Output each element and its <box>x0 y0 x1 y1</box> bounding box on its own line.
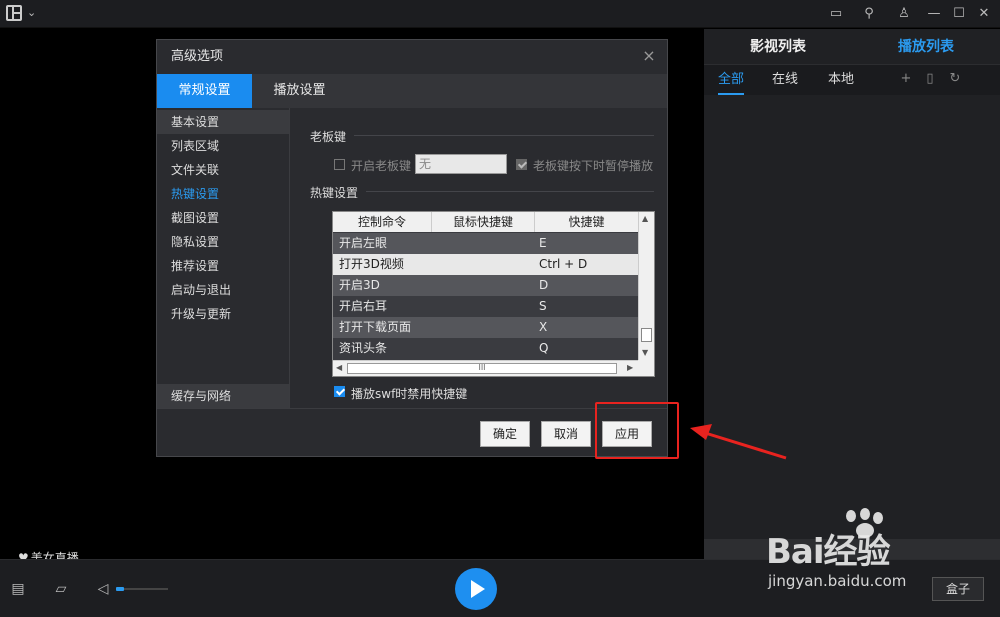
dialog-tabs: 常规设置 播放设置 <box>157 74 667 108</box>
divider <box>354 135 654 136</box>
chevron-down-icon[interactable]: ⌄ <box>27 6 36 19</box>
app-logo-icon[interactable] <box>6 5 22 21</box>
ok-button[interactable]: 确定 <box>480 421 530 447</box>
boss-key-section-label: 老板键 <box>310 130 347 144</box>
tab-movie-list[interactable]: 影视列表 <box>704 29 852 65</box>
pause-on-boss-key-checkbox[interactable] <box>516 159 527 170</box>
playlist-panel: 影视列表 播放列表 全部 在线 本地 + ▯ ↻ <box>704 29 1000 559</box>
table-row[interactable]: 开启右耳 S <box>333 296 638 317</box>
table-cell-key: Q <box>539 341 549 355</box>
disable-hotkeys-swf-checkbox[interactable] <box>334 386 345 397</box>
table-row[interactable]: 打开3D视频 Ctrl + D <box>333 254 638 275</box>
sidebar-item-file-assoc[interactable]: 文件关联 <box>157 158 289 182</box>
horizontal-scrollbar[interactable]: ◀ III ▶ <box>333 360 638 376</box>
maximize-icon[interactable]: ☐ <box>949 4 969 24</box>
watermark-brand: Bai经验 <box>766 532 891 572</box>
table-cell-command: 开启右耳 <box>339 299 388 313</box>
settings-sidebar: 基本设置 列表区域 文件关联 热键设置 截图设置 隐私设置 推荐设置 启动与退出… <box>157 108 290 408</box>
column-header-mouse[interactable]: 鼠标快捷键 <box>432 212 535 232</box>
dialog-title: 高级选项 <box>157 40 667 74</box>
volume-icon[interactable]: ◁ <box>94 580 112 598</box>
open-folder-icon[interactable]: ▱ <box>52 580 70 598</box>
table-cell-key: S <box>539 299 547 313</box>
scroll-left-icon[interactable]: ◀ <box>336 363 342 372</box>
boss-key-input[interactable]: 无 <box>415 154 507 174</box>
scroll-up-icon[interactable]: ▲ <box>642 214 648 223</box>
table-row[interactable]: 打开下载页面 X <box>333 317 638 338</box>
sidebar-item-list-area[interactable]: 列表区域 <box>157 134 289 158</box>
delete-file-icon[interactable]: ▯ <box>922 71 938 87</box>
sidebar-item-upgrade[interactable]: 升级与更新 <box>157 302 289 326</box>
sidebar-item-startup-exit[interactable]: 启动与退出 <box>157 278 289 302</box>
pause-on-boss-key-label: 老板键按下时暂停播放 <box>533 159 654 173</box>
table-cell-key: D <box>539 278 549 292</box>
table-cell-key: Ctrl + D <box>539 257 588 271</box>
sidebar-item-hotkeys[interactable]: 热键设置 <box>157 182 289 206</box>
disable-hotkeys-swf-label: 播放swf时禁用快捷键 <box>351 387 468 401</box>
highlight-box <box>595 402 679 459</box>
message-icon[interactable]: ▭ <box>826 4 846 24</box>
scrollbar-corner <box>638 360 654 376</box>
table-row[interactable]: 资讯头条 Q <box>333 338 638 359</box>
sidebar-item-cache-network[interactable]: 缓存与网络 <box>157 384 289 408</box>
settings-content: 老板键 开启老板键 无 老板键按下时暂停播放 热键设置 控制命令 鼠标快捷键 快… <box>290 108 667 408</box>
enable-boss-key-checkbox[interactable] <box>334 159 345 170</box>
annotation-arrow-icon <box>690 424 787 460</box>
table-cell-command: 打开3D视频 <box>339 257 404 271</box>
table-cell-key: X <box>539 320 548 334</box>
table-cell-command: 打开下载页面 <box>339 320 412 334</box>
table-cell-key: E <box>539 236 547 250</box>
hotkey-table-header: 控制命令 鼠标快捷键 快捷键 <box>333 212 638 232</box>
watermark-url: jingyan.baidu.com <box>768 572 907 590</box>
scroll-down-icon[interactable]: ▼ <box>642 348 648 357</box>
add-icon[interactable]: + <box>898 71 914 87</box>
subtab-all[interactable]: 全部 <box>718 65 745 95</box>
baidu-jingyan-watermark: Bai经验 jingyan.baidu.com <box>762 508 992 604</box>
volume-slider-fill <box>116 587 124 591</box>
play-button[interactable] <box>455 568 497 610</box>
enable-boss-key-label: 开启老板键 <box>351 159 412 173</box>
table-row[interactable]: 开启3D D <box>333 275 638 296</box>
pin-icon[interactable]: ⚲ <box>859 4 879 24</box>
sidebar-item-recommend[interactable]: 推荐设置 <box>157 254 289 278</box>
dialog-footer: 确定 取消 应用 <box>157 408 667 456</box>
subtab-online[interactable]: 在线 <box>772 65 798 95</box>
toolbox-icon[interactable]: ▤ <box>9 580 27 598</box>
hotkey-table: 控制命令 鼠标快捷键 快捷键 开启左眼 E 打开3D视频 Ctrl + D 开启… <box>332 211 655 377</box>
minimize-icon[interactable]: — <box>924 4 944 24</box>
playlist-subtabs: 全部 在线 本地 + ▯ ↻ <box>704 65 1000 95</box>
sidebar-item-privacy[interactable]: 隐私设置 <box>157 230 289 254</box>
skin-icon[interactable]: ♙ <box>894 4 914 24</box>
vertical-scrollbar[interactable]: ▲ ▼ <box>638 212 654 360</box>
scroll-right-icon[interactable]: ▶ <box>627 363 633 372</box>
sidebar-item-basic[interactable]: 基本设置 <box>157 110 289 134</box>
close-icon[interactable]: ✕ <box>974 4 994 24</box>
scrollbar-thumb[interactable]: III <box>347 363 617 374</box>
scrollbar-thumb[interactable] <box>641 328 652 342</box>
loop-icon[interactable]: ↻ <box>947 71 963 87</box>
cancel-button[interactable]: 取消 <box>541 421 591 447</box>
tab-playlist[interactable]: 播放列表 <box>852 29 1000 65</box>
table-cell-command: 开启3D <box>339 278 380 292</box>
divider <box>366 191 654 192</box>
table-cell-command: 开启左眼 <box>339 236 388 250</box>
table-row[interactable]: 开启左眼 E <box>333 233 638 254</box>
column-header-key[interactable]: 快捷键 <box>535 212 638 232</box>
table-cell-command: 资讯头条 <box>339 341 388 355</box>
tab-playback-settings[interactable]: 播放设置 <box>252 74 347 108</box>
hotkey-section-label: 热键设置 <box>310 186 359 200</box>
title-bar: ⌄ ▭ ⚲ ♙ — ☐ ✕ <box>0 0 1000 28</box>
tab-general-settings[interactable]: 常规设置 <box>157 74 252 108</box>
advanced-options-dialog: 高级选项 × 常规设置 播放设置 基本设置 列表区域 文件关联 热键设置 截图设… <box>156 39 668 457</box>
subtab-local[interactable]: 本地 <box>828 65 854 95</box>
playlist-tabs: 影视列表 播放列表 <box>704 29 1000 65</box>
dialog-close-icon[interactable]: × <box>641 48 657 64</box>
column-header-command[interactable]: 控制命令 <box>333 212 432 232</box>
sidebar-item-screenshot[interactable]: 截图设置 <box>157 206 289 230</box>
